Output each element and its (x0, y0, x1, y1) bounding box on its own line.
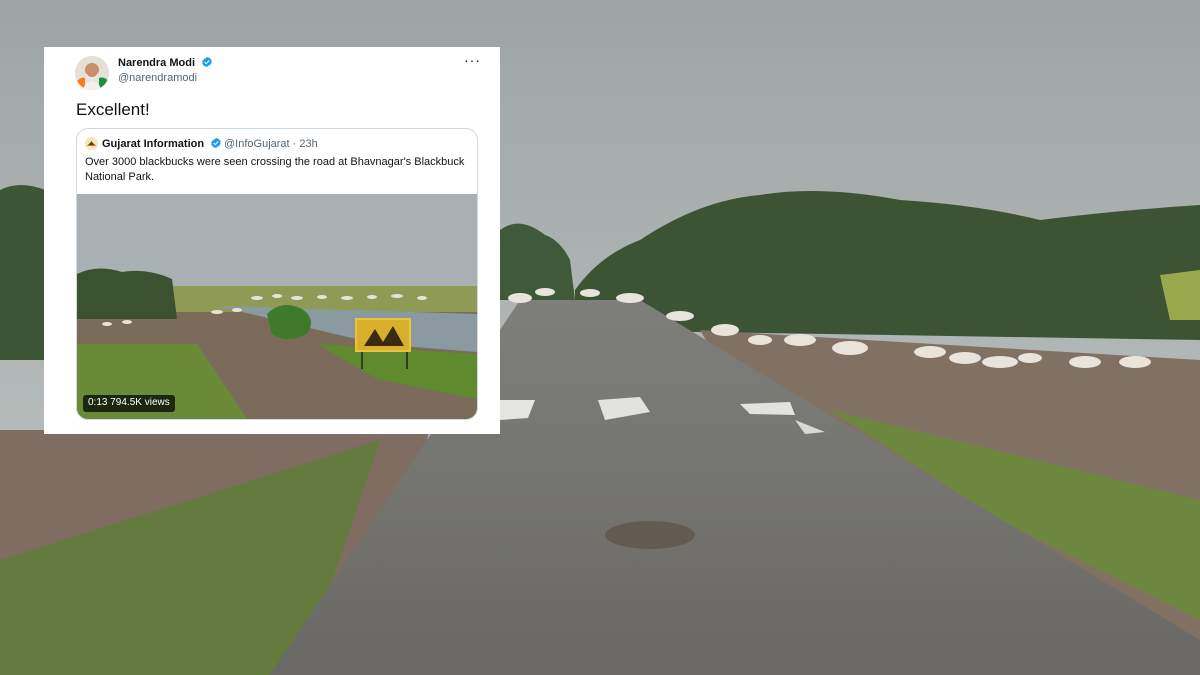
quoted-author-name[interactable]: Gujarat Information (102, 137, 222, 151)
video-stats-badge: 0:13 794.5K views (83, 395, 175, 412)
verified-badge-icon (202, 56, 212, 68)
quoted-tweet-text: Over 3000 blackbucks were seen crossing … (85, 156, 465, 183)
quoted-author-name-text: Gujarat Information (102, 138, 205, 150)
author-name[interactable]: Narendra Modi (118, 56, 213, 70)
tweet-text: Excellent! (76, 100, 150, 119)
author-name-text: Narendra Modi (118, 57, 196, 69)
author-handle[interactable]: @narendramodi (118, 71, 197, 85)
quoted-time-ago[interactable]: 23h (299, 138, 317, 150)
tweet-card[interactable]: Narendra Modi @narendramodi ··· Excellen… (44, 47, 500, 434)
quoted-author-handle-and-time: @InfoGujarat · 23h (224, 137, 318, 151)
quoted-video-thumbnail[interactable]: 0:13 794.5K views (77, 194, 477, 419)
verified-badge-icon (211, 137, 221, 149)
quoted-tweet[interactable]: Gujarat Information @InfoGujarat · 23h O… (76, 128, 478, 420)
more-options-icon[interactable]: ··· (464, 53, 481, 67)
quoted-author-avatar[interactable] (85, 137, 98, 150)
video-views: 794.5K views (110, 397, 170, 408)
author-avatar[interactable] (75, 56, 109, 90)
video-duration: 0:13 (88, 397, 108, 408)
time-separator: · (292, 138, 297, 150)
quoted-author-handle[interactable]: @InfoGujarat (224, 138, 290, 150)
